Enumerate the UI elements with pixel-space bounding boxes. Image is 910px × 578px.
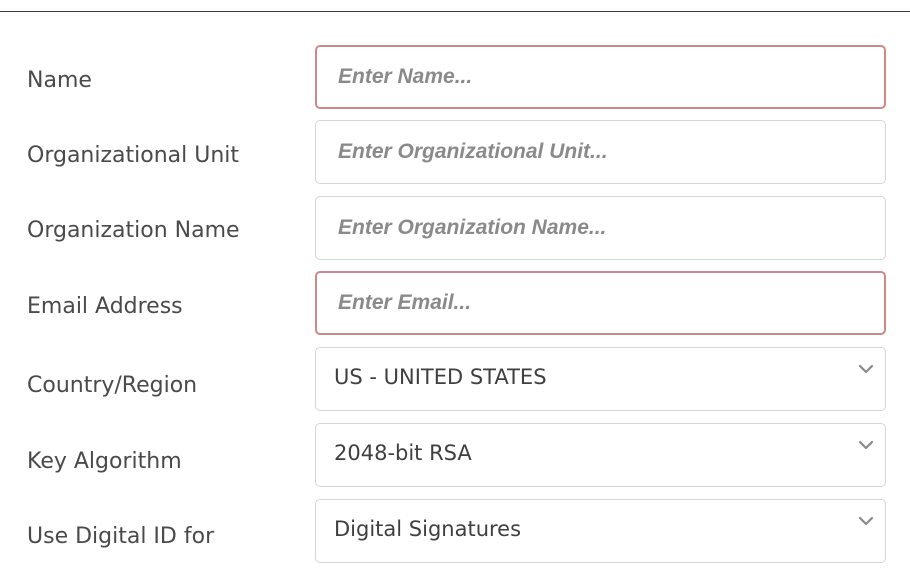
use-for-label: Use Digital ID for [27, 524, 215, 549]
email-label: Email Address [27, 294, 183, 319]
use-for-select[interactable]: Digital Signatures [315, 499, 886, 563]
key-algorithm-select[interactable]: 2048-bit RSA [315, 423, 886, 487]
org-unit-input[interactable] [338, 121, 885, 183]
country-label: Country/Region [27, 373, 198, 398]
org-name-field-box [315, 196, 886, 260]
use-for-value: Digital Signatures [334, 517, 522, 541]
org-name-label: Organization Name [27, 218, 240, 243]
org-unit-label: Organizational Unit [27, 143, 240, 168]
name-field-box [315, 45, 886, 109]
org-name-input[interactable] [338, 197, 885, 259]
key-algorithm-label: Key Algorithm [27, 449, 182, 474]
name-label: Name [27, 68, 92, 93]
country-value: US - UNITED STATES [334, 365, 547, 389]
org-unit-field-box [315, 120, 886, 184]
chevron-down-icon [858, 516, 874, 526]
name-input[interactable] [338, 47, 884, 107]
key-algorithm-value: 2048-bit RSA [334, 441, 472, 465]
email-input[interactable] [338, 273, 884, 333]
country-select[interactable]: US - UNITED STATES [315, 347, 886, 411]
chevron-down-icon [858, 364, 874, 374]
email-field-box [315, 271, 886, 335]
chevron-down-icon [858, 440, 874, 450]
digital-id-form: Name Organizational Unit Organization Na… [0, 0, 910, 578]
